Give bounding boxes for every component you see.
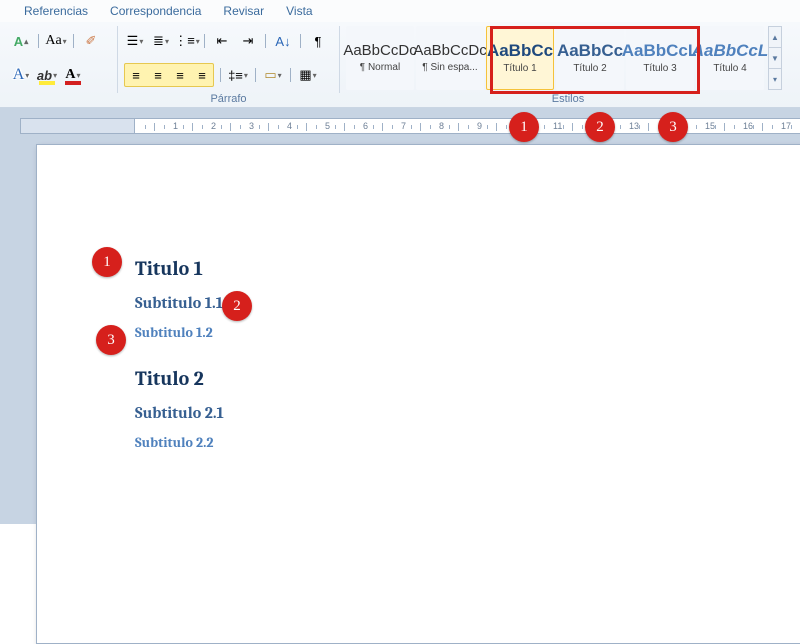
annotation-badge-3-doc: 3 — [96, 325, 126, 355]
numbering-button[interactable]: ≣▾ — [150, 30, 172, 52]
group-font: A▴ Aa▾ ✐ A▾ ab ▾ A ▾ — [4, 26, 118, 93]
alignment-group: ≡ ≡ ≡ ≡ — [124, 63, 214, 87]
style-label: ¶ Sin espa... — [422, 62, 477, 73]
multilevel-button[interactable]: ⋮≡▾ — [176, 30, 198, 52]
style-preview: AaBbCcDc — [413, 43, 486, 58]
align-left-button[interactable]: ≡ — [125, 64, 147, 86]
text-effects-button[interactable]: A▾ — [10, 64, 32, 86]
style-label: Título 1 — [503, 63, 536, 74]
bullets-button[interactable]: ☰▾ — [124, 30, 146, 52]
styles-gallery: AaBbCcDc¶ NormalAaBbCcDc¶ Sin espa...AaB… — [346, 26, 782, 90]
style-preview: AaBbCcL — [692, 42, 769, 59]
change-case-button[interactable]: Aa▾ — [45, 30, 67, 52]
decrease-indent-button[interactable]: ⇤ — [211, 30, 233, 52]
clear-formatting-button[interactable]: ✐ — [80, 30, 102, 52]
doc-t1-0[interactable]: Titulo 1 — [135, 257, 800, 280]
justify-button[interactable]: ≡ — [191, 64, 213, 86]
annotation-badge-3-ribbon: 3 — [658, 112, 688, 142]
doc-t3-2[interactable]: Subtitulo 1.2 — [135, 324, 800, 341]
scroll-down-icon[interactable]: ▼ — [769, 48, 781, 69]
style-t-tulo-4[interactable]: AaBbCcLTítulo 4 — [696, 26, 764, 90]
font-color-button[interactable]: A ▾ — [62, 64, 84, 86]
style-t-tulo-1[interactable]: AaBbCc Título 1 — [486, 26, 554, 90]
sort-button[interactable]: A↓ — [272, 30, 294, 52]
group-paragraph-label: Párrafo — [118, 93, 339, 105]
tab-vista[interactable]: Vista — [286, 4, 312, 18]
style--normal[interactable]: AaBbCcDc ¶ Normal — [346, 26, 414, 90]
highlight-button[interactable]: ab ▾ — [36, 64, 58, 86]
align-right-button[interactable]: ≡ — [169, 64, 191, 86]
doc-t3-5[interactable]: Subtitulo 2.2 — [135, 434, 800, 451]
style-label: ¶ Normal — [360, 62, 400, 73]
grow-font-button[interactable]: A▴ — [10, 30, 32, 52]
style-preview: AaBbCcL — [622, 42, 699, 59]
group-styles-label: Estilos — [340, 93, 796, 105]
highlight-color-swatch — [39, 81, 55, 85]
group-paragraph: ☰▾ ≣▾ ⋮≡▾ ⇤ ⇥ A↓ ¶ ≡ ≡ ≡ ≡ ‡≡▾ ▭▾ — [118, 26, 340, 93]
style-t-tulo-3[interactable]: AaBbCcLTítulo 3 — [626, 26, 694, 90]
font-color-swatch — [65, 81, 81, 85]
style-preview: AaBbCcDc — [343, 43, 416, 58]
annotation-badge-1-doc: 1 — [92, 247, 122, 277]
style-label: Título 2 — [573, 63, 606, 74]
shading-button[interactable]: ▭▾ — [262, 64, 284, 86]
style-label: Título 3 — [643, 63, 676, 74]
styles-gallery-scroll[interactable]: ▲▼▾ — [768, 26, 782, 90]
line-spacing-button[interactable]: ‡≡▾ — [227, 64, 249, 86]
tab-correspondencia[interactable]: Correspondencia — [110, 4, 201, 18]
style-label: Título 4 — [713, 63, 746, 74]
gallery-expand-icon[interactable]: ▾ — [769, 69, 781, 89]
doc-t2-4[interactable]: Subtitulo 2.1 — [135, 404, 800, 422]
document-page[interactable]: Titulo 1Subtitulo 1.1Subtitulo 1.2Titulo… — [36, 144, 800, 644]
annotation-badge-2-doc: 2 — [222, 291, 252, 321]
ribbon-tabs: Referencias Correspondencia Revisar Vist… — [0, 0, 800, 22]
style-preview: AaBbCc — [557, 42, 623, 59]
group-styles: AaBbCcDc¶ NormalAaBbCcDc¶ Sin espa...AaB… — [340, 26, 796, 93]
ribbon: A▴ Aa▾ ✐ A▾ ab ▾ A ▾ ☰▾ ≣▾ ⋮≡▾ — [0, 22, 800, 108]
align-center-button[interactable]: ≡ — [147, 64, 169, 86]
doc-t1-3[interactable]: Titulo 2 — [135, 367, 800, 390]
style--sin-espa-[interactable]: AaBbCcDc ¶ Sin espa... — [416, 26, 484, 90]
style-preview: AaBbCc — [487, 42, 553, 59]
style-t-tulo-2[interactable]: AaBbCc Título 2 — [556, 26, 624, 90]
increase-indent-button[interactable]: ⇥ — [237, 30, 259, 52]
annotation-badge-1-ribbon: 1 — [509, 112, 539, 142]
scroll-up-icon[interactable]: ▲ — [769, 27, 781, 48]
borders-button[interactable]: ▦▾ — [297, 64, 319, 86]
tab-referencias[interactable]: Referencias — [24, 4, 88, 18]
tab-revisar[interactable]: Revisar — [223, 4, 264, 18]
show-marks-button[interactable]: ¶ — [307, 30, 329, 52]
annotation-badge-2-ribbon: 2 — [585, 112, 615, 142]
